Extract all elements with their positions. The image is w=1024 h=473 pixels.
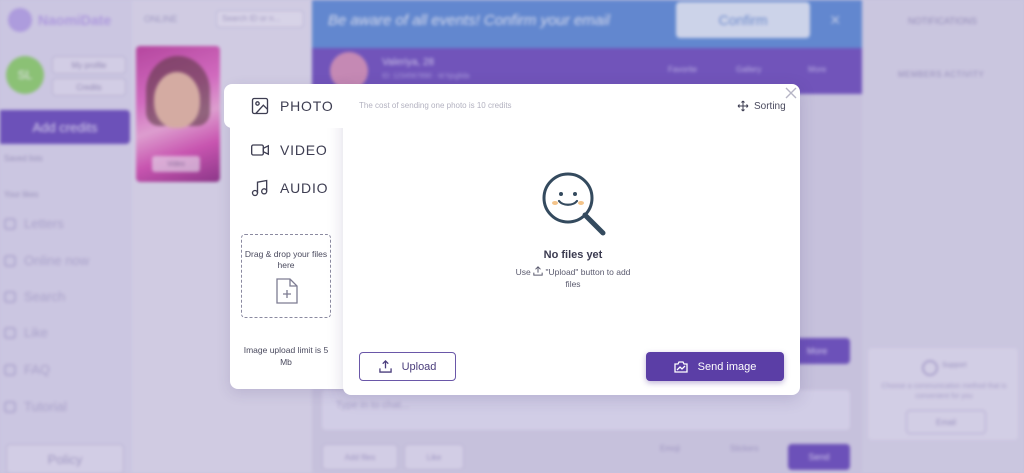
image-icon xyxy=(251,97,269,115)
cost-note: The cost of sending one photo is 10 cred… xyxy=(359,101,512,110)
tab-photo[interactable]: PHOTO xyxy=(224,84,350,128)
media-main-panel xyxy=(343,84,800,395)
upload-icon xyxy=(378,360,392,373)
drag-drop-zone[interactable]: Drag & drop your files here xyxy=(241,234,331,318)
dropzone-text: Drag & drop your files here xyxy=(244,249,328,270)
tab-photo-label: PHOTO xyxy=(280,98,334,114)
upload-small-icon xyxy=(533,266,543,276)
tab-audio[interactable]: AUDIO xyxy=(250,178,328,198)
send-image-label: Send image xyxy=(697,360,757,373)
sorting-button[interactable]: Sorting xyxy=(737,100,786,112)
upload-limit-text: Image upload limit is 5 Mb xyxy=(243,345,329,367)
empty-state-hint: Use "Upload" button to add files xyxy=(515,266,631,289)
tab-audio-label: AUDIO xyxy=(280,180,329,196)
send-image-icon xyxy=(673,360,688,373)
empty-state-title: No files yet xyxy=(543,249,603,261)
file-add-icon xyxy=(276,278,298,304)
tab-video-label: VIDEO xyxy=(280,142,328,158)
no-files-magnifier-icon xyxy=(542,172,606,236)
upload-label: Upload xyxy=(401,360,437,373)
tab-video[interactable]: VIDEO xyxy=(250,140,328,160)
close-icon[interactable] xyxy=(784,86,798,100)
music-note-icon xyxy=(251,179,268,197)
send-image-button[interactable]: Send image xyxy=(646,352,784,381)
move-arrows-icon xyxy=(737,100,749,112)
video-camera-icon xyxy=(251,144,269,156)
upload-button[interactable]: Upload xyxy=(359,352,456,381)
sorting-label: Sorting xyxy=(754,100,786,112)
